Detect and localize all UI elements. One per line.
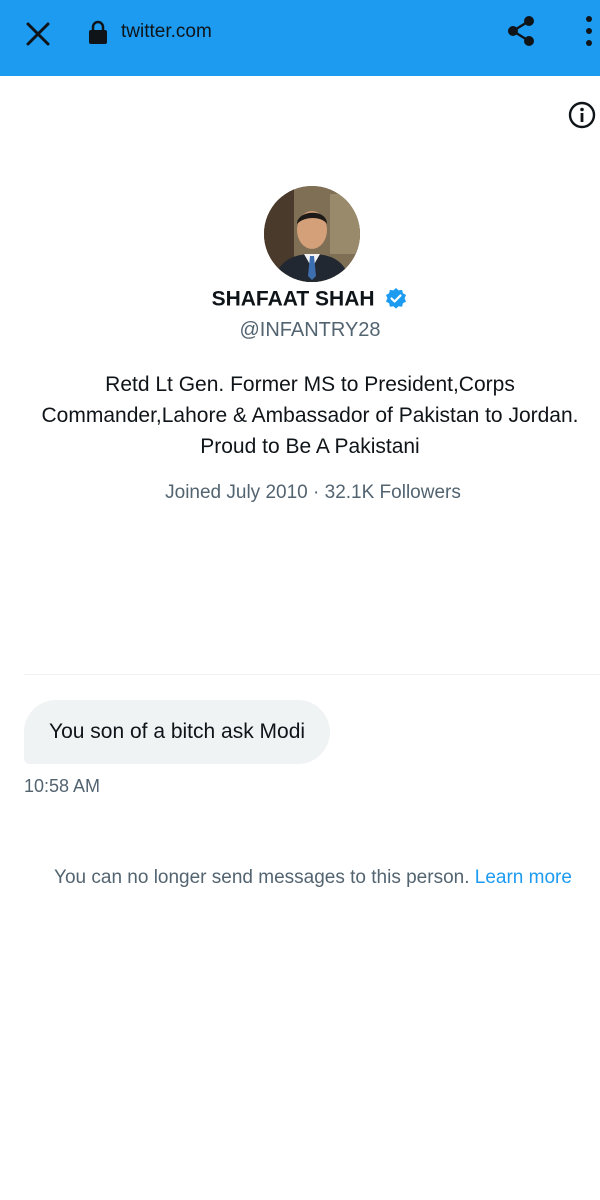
avatar-image	[264, 186, 360, 282]
profile-name: SHAFAAT SHAH	[211, 287, 375, 311]
profile-name-row: SHAFAAT SHAH	[0, 284, 600, 314]
message-bubble[interactable]: You son of a bitch ask Modi	[24, 700, 331, 764]
profile-handle: @INFANTRY28	[239, 319, 381, 341]
joined-date: Joined July 2010	[165, 482, 308, 503]
meta-separator: ·	[313, 482, 320, 503]
profile-meta: Joined July 2010 · 32.1K Followers	[0, 480, 600, 506]
more-vertical-icon[interactable]	[580, 14, 596, 48]
close-icon[interactable]	[24, 20, 52, 48]
verified-badge-icon	[386, 288, 407, 310]
learn-more-link[interactable]: Learn more	[475, 867, 572, 888]
lock-icon	[89, 20, 107, 44]
info-icon[interactable]	[568, 101, 596, 129]
profile-bio: Retd Lt Gen. Former MS to President,Corp…	[41, 373, 579, 458]
divider	[24, 674, 600, 675]
avatar[interactable]	[264, 186, 360, 282]
blocked-notice-text: You can no longer send messages to this …	[54, 867, 470, 888]
blocked-notice: You can no longer send messages to this …	[0, 864, 600, 892]
followers-count[interactable]: 32.1K Followers	[325, 482, 461, 503]
url-text[interactable]: twitter.com	[121, 20, 212, 44]
browser-toolbar: twitter.com	[0, 0, 600, 76]
share-icon[interactable]	[505, 14, 537, 48]
message-timestamp: 10:58 AM	[24, 776, 101, 796]
